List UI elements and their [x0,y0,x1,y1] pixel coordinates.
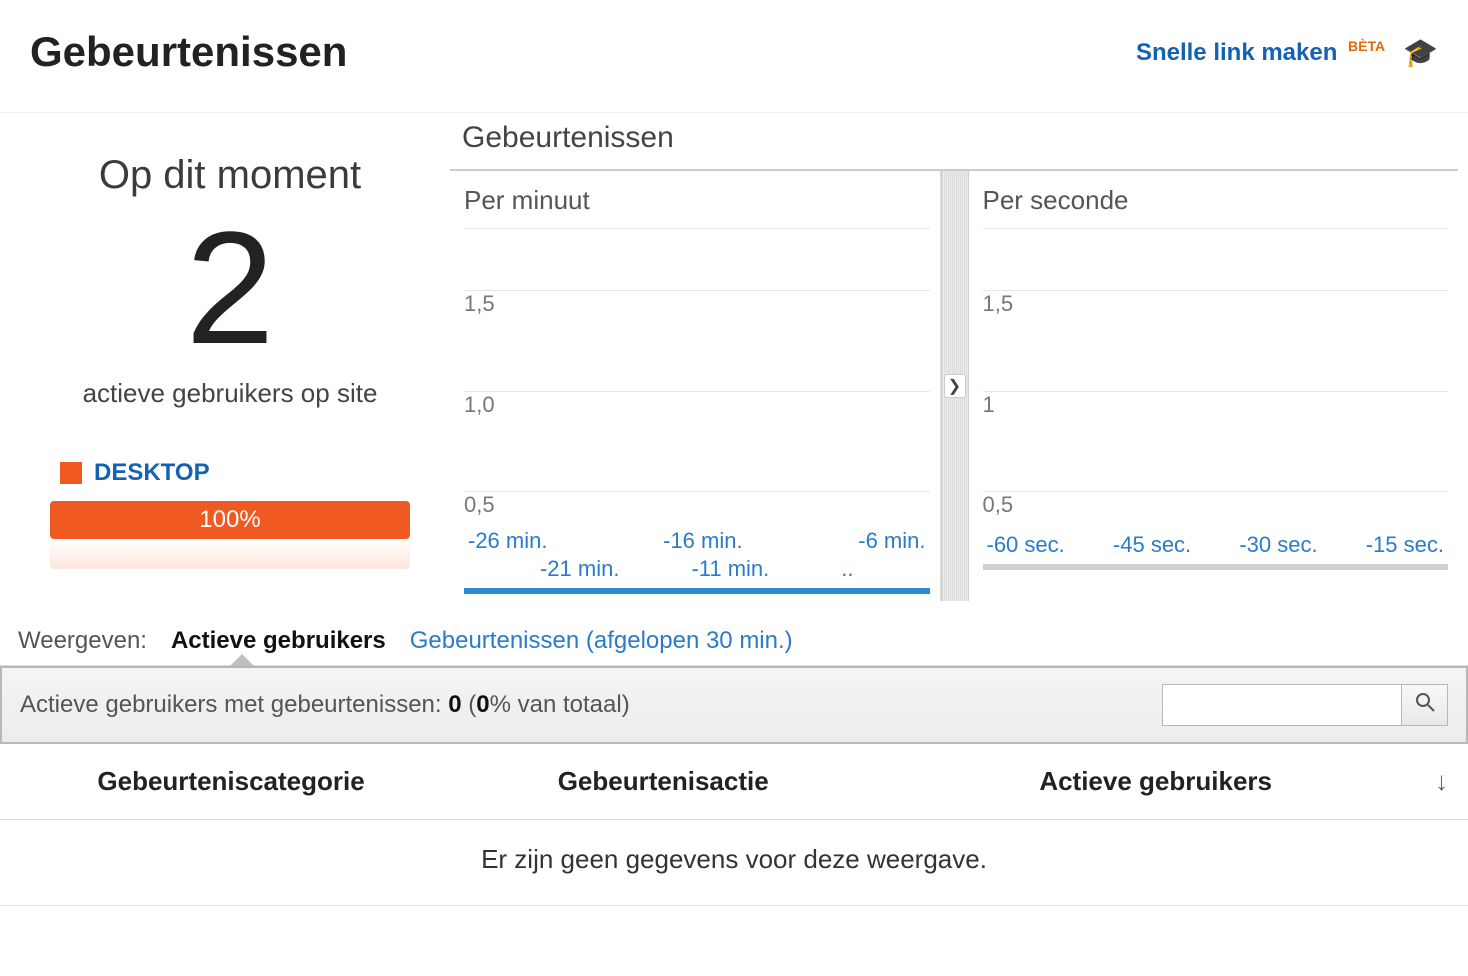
chart-per-second: Per seconde 1,5 1 0,5 -60 sec. -45 sec. … [969,171,1459,601]
xtick: -45 sec. [1113,532,1191,558]
xtick: -15 sec. [1366,532,1444,558]
search [1162,684,1448,726]
sort-descending-icon[interactable]: ↓ [1435,766,1448,797]
device-legend: DESKTOP [50,459,410,487]
quick-link-label: Snelle link maken [1136,39,1337,66]
xtick: -21 min. [540,556,619,582]
page-title: Gebeurtenissen [30,28,347,76]
header-actions: Snelle link maken BÈTA 🎓 [1136,36,1438,69]
ytick: 0,5 [983,492,1020,518]
xtick: -26 min. [468,528,547,554]
beta-badge: BÈTA [1348,38,1385,54]
ytick: 0,5 [464,492,501,518]
charts-panel: Gebeurtenissen Per minuut 1,5 1,0 0,5 -2… [450,113,1458,601]
chart-per-minute-title: Per minuut [464,185,930,216]
filter-count: 0 [448,691,461,718]
filter-percent-suffix: % van totaal) [490,691,630,718]
realtime-summary-panel: Op dit moment 2 actieve gebruikers op si… [10,113,450,601]
xtick: -11 min. [691,556,769,582]
filter-prefix: Actieve gebruikers met gebeurtenissen: [20,691,448,718]
chart-second-underline [983,564,1449,570]
legend-label-desktop[interactable]: DESKTOP [94,459,210,487]
charts-section-title: Gebeurtenissen [450,113,1458,171]
filter-paren-open: ( [462,691,477,718]
moment-label: Op dit moment [50,153,410,198]
xtick: -30 sec. [1239,532,1317,558]
search-icon [1415,692,1435,718]
table-empty-message: Er zijn geen gegevens voor deze weergave… [0,820,1468,906]
chart-splitter[interactable]: ❯ [941,171,969,601]
quick-link-button[interactable]: Snelle link maken BÈTA [1136,38,1385,67]
device-share-percent: 100% [199,506,260,534]
x-axis-minute-row2: -21 min. -11 min. [464,556,930,582]
tab-active-users[interactable]: Actieve gebruikers [171,627,386,655]
chart-per-minute: Per minuut 1,5 1,0 0,5 -26 min. -16 min.… [450,171,941,601]
device-share-bar: 100% [50,501,410,539]
xtick: -16 min. [663,528,742,554]
ytick: 1,5 [983,291,1020,317]
view-tabs: Weergeven: Actieve gebruikers Gebeurteni… [0,613,1468,666]
main-content: Op dit moment 2 actieve gebruikers op si… [0,112,1468,601]
filter-bar: Actieve gebruikers met gebeurtenissen: 0… [0,666,1468,744]
x-axis-second: -60 sec. -45 sec. -30 sec. -15 sec. [983,532,1449,558]
legend-swatch-desktop [60,462,82,484]
active-users-label: actieve gebruikers op site [50,378,410,409]
tab-pointer-icon [230,654,254,666]
ytick: 1 [983,392,1001,418]
tab-events-30min[interactable]: Gebeurtenissen (afgelopen 30 min.) [410,627,793,655]
charts-row: Per minuut 1,5 1,0 0,5 -26 min. -16 min.… [450,171,1458,601]
ytick: 1,0 [464,392,501,418]
chevron-right-icon[interactable]: ❯ [944,374,966,398]
education-icon[interactable]: 🎓 [1403,36,1438,69]
chart-per-minute-grid: 1,5 1,0 0,5 [464,228,930,508]
ytick: 1,5 [464,291,501,317]
table-header: Gebeurteniscategorie Gebeurtenisactie Ac… [0,744,1468,820]
chart-per-second-grid: 1,5 1 0,5 [983,228,1449,508]
filter-percent: 0 [476,691,489,718]
active-users-count: 2 [50,208,410,368]
device-bar-reflection [50,541,410,569]
x-axis-minute-row1: -26 min. -16 min. -6 min. [464,528,930,554]
filter-summary: Actieve gebruikers met gebeurtenissen: 0… [20,691,630,719]
col-active-users-label: Actieve gebruikers [1039,766,1272,796]
xtick: -60 sec. [987,532,1065,558]
col-event-category[interactable]: Gebeurteniscategorie [20,766,442,797]
search-input[interactable] [1162,684,1402,726]
xtick: -6 min. [858,528,925,554]
col-active-users[interactable]: Actieve gebruikers [884,766,1427,797]
view-tabs-label: Weergeven: [18,627,147,655]
chart-minute-underline [464,588,930,594]
col-event-action[interactable]: Gebeurtenisactie [442,766,884,797]
header: Gebeurtenissen Snelle link maken BÈTA 🎓 [0,0,1468,112]
chart-per-second-title: Per seconde [983,185,1449,216]
search-button[interactable] [1402,684,1448,726]
